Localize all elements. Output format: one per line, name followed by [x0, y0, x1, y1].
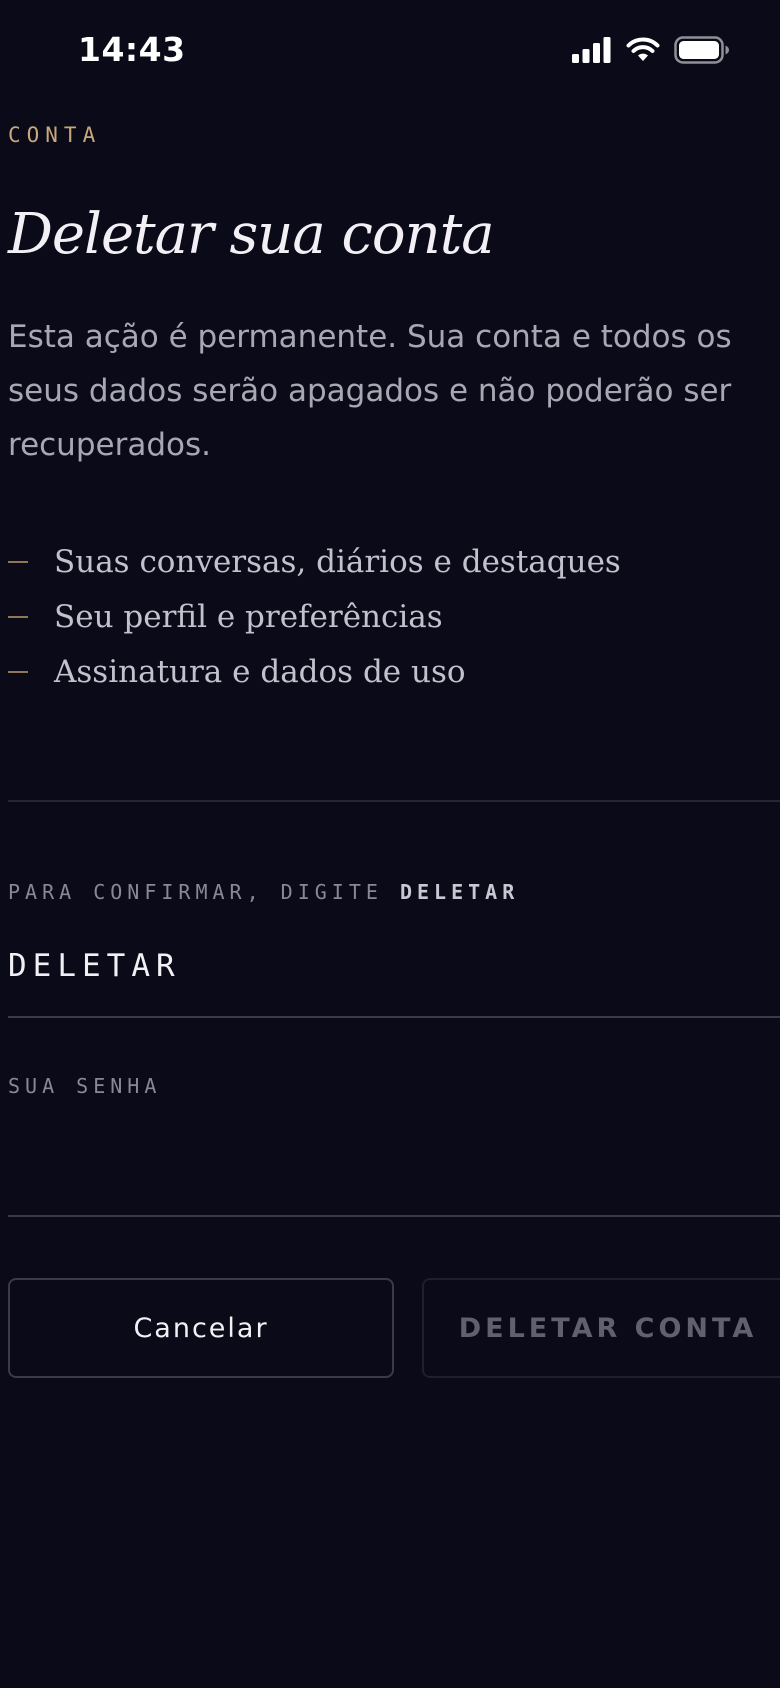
list-item-label: Seu perfil e preferências [54, 598, 443, 635]
page-title: Deletar sua conta [8, 202, 495, 267]
dash-icon [8, 615, 28, 618]
confirm-label: PARA CONFIRMAR, DIGITE DELETAR [8, 880, 519, 904]
dash-icon [8, 670, 28, 673]
warning-description: Esta ação é permanente. Sua conta e todo… [8, 319, 732, 463]
confirm-label-prefix: PARA CONFIRMAR, DIGITE [8, 880, 383, 904]
cancel-button[interactable]: Cancelar [8, 1278, 394, 1378]
password-input-underline [8, 1215, 780, 1217]
password-input[interactable] [8, 1140, 780, 1184]
section-eyebrow: CONTA [8, 123, 102, 147]
confirm-label-keyword: DELETAR [399, 880, 520, 904]
status-time: 14:43 [78, 30, 186, 69]
section-divider [8, 800, 780, 802]
signal-icon [572, 37, 611, 63]
list-item-label: Assinatura e dados de uso [54, 653, 466, 690]
password-label: SUA SENHA [8, 1074, 162, 1098]
wifi-icon [626, 37, 660, 61]
confirm-input-underline [8, 1016, 780, 1018]
status-icons [572, 36, 730, 64]
status-bar: 14:43 [0, 0, 780, 100]
confirm-input[interactable] [8, 944, 780, 988]
list-item-label: Suas conversas, diários e destaques [54, 543, 621, 580]
delete-account-button[interactable]: DELETAR CONTA [422, 1278, 780, 1378]
battery-icon [674, 36, 729, 64]
dash-icon [8, 560, 28, 563]
data-loss-list: Suas conversas, diários e destaques Seu … [8, 524, 621, 709]
list-item: Assinatura e dados de uso [8, 634, 621, 709]
